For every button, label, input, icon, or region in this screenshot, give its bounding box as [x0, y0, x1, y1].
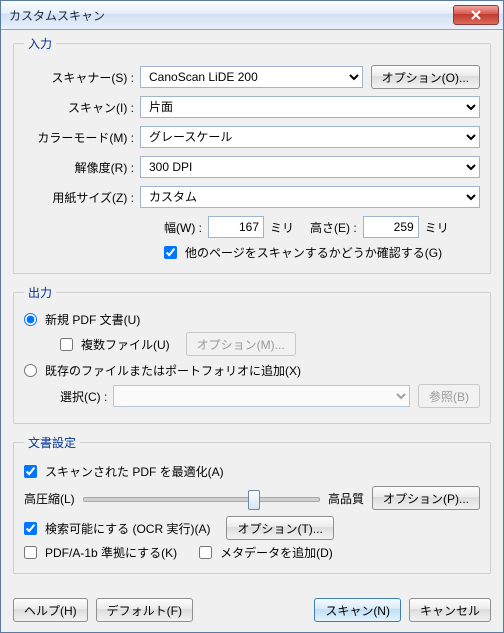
- multi-files-label: 複数ファイル(U): [81, 336, 170, 353]
- bottom-button-bar: ヘルプ(H) デフォルト(F) スキャン(N) キャンセル: [13, 598, 491, 622]
- height-unit: ミリ: [425, 219, 449, 236]
- width-label: 幅(W) :: [164, 219, 202, 236]
- output-group: 出力 新規 PDF 文書(U) 複数ファイル(U) オプション(M)... 既存…: [13, 284, 491, 424]
- optimize-pdf-label: スキャンされた PDF を最適化(A): [45, 463, 224, 480]
- append-target-select: [113, 385, 410, 407]
- width-unit: ミリ: [270, 219, 294, 236]
- pdfa-label: PDF/A-1b 準拠にする(K): [45, 544, 177, 561]
- width-input[interactable]: [208, 216, 264, 238]
- client-area: 入力 スキャナー(S) : CanoScan LiDE 200 オプション(O)…: [1, 29, 503, 632]
- prompt-more-pages-checkbox[interactable]: [164, 246, 177, 259]
- defaults-button[interactable]: デフォルト(F): [96, 598, 193, 622]
- append-label: 既存のファイルまたはポートフォリオに追加(X): [45, 362, 301, 379]
- titlebar: カスタムスキャン: [1, 1, 503, 30]
- ocr-label: 検索可能にする (OCR 実行)(A): [45, 520, 210, 537]
- window-title: カスタムスキャン: [9, 7, 453, 24]
- help-button[interactable]: ヘルプ(H): [13, 598, 88, 622]
- scanner-select[interactable]: CanoScan LiDE 200: [140, 66, 363, 88]
- slider-left-label: 高圧縮(L): [24, 490, 75, 507]
- sides-label: スキャン(I) :: [24, 99, 140, 116]
- scanner-label: スキャナー(S) :: [24, 69, 140, 86]
- sides-select[interactable]: 片面: [140, 96, 480, 118]
- browse-button: 参照(B): [418, 384, 480, 408]
- doc-settings-legend: 文書設定: [24, 434, 80, 451]
- metadata-label: メタデータを追加(D): [220, 544, 333, 561]
- slider-right-label: 高品質: [328, 490, 364, 507]
- resolution-select[interactable]: 300 DPI: [140, 156, 480, 178]
- close-icon: [470, 10, 482, 20]
- scanner-options-button[interactable]: オプション(O)...: [371, 65, 480, 89]
- multi-files-options-button: オプション(M)...: [186, 332, 296, 356]
- color-mode-label: カラーモード(M) :: [24, 129, 140, 146]
- prompt-more-pages-label: 他のページをスキャンするかどうか確認する(G): [185, 244, 442, 261]
- slider-track: [83, 497, 320, 502]
- pdfa-checkbox[interactable]: [24, 546, 37, 559]
- metadata-checkbox[interactable]: [199, 546, 212, 559]
- quality-slider[interactable]: [83, 488, 320, 508]
- input-group: 入力 スキャナー(S) : CanoScan LiDE 200 オプション(O)…: [13, 35, 491, 274]
- output-legend: 出力: [24, 284, 56, 301]
- close-button[interactable]: [453, 5, 499, 25]
- new-pdf-label: 新規 PDF 文書(U): [45, 311, 140, 328]
- color-mode-select[interactable]: グレースケール: [140, 126, 480, 148]
- multi-files-checkbox[interactable]: [60, 338, 73, 351]
- input-legend: 入力: [24, 35, 56, 52]
- ocr-checkbox[interactable]: [24, 522, 37, 535]
- cancel-button[interactable]: キャンセル: [409, 598, 491, 622]
- paper-size-select[interactable]: カスタム: [140, 186, 480, 208]
- optimize-options-button[interactable]: オプション(P)...: [372, 486, 480, 510]
- append-radio[interactable]: [24, 364, 37, 377]
- resolution-label: 解像度(R) :: [24, 159, 140, 176]
- custom-size-row: 幅(W) : ミリ 高さ(E) : ミリ: [164, 216, 459, 238]
- paper-size-label: 用紙サイズ(Z) :: [24, 189, 140, 206]
- height-input[interactable]: [363, 216, 419, 238]
- new-pdf-radio[interactable]: [24, 313, 37, 326]
- scan-button[interactable]: スキャン(N): [314, 598, 401, 622]
- select-label: 選択(C) :: [60, 388, 113, 405]
- dialog-window: カスタムスキャン 入力 スキャナー(S) : CanoScan LiDE 200…: [0, 0, 504, 633]
- optimize-pdf-checkbox[interactable]: [24, 465, 37, 478]
- height-label: 高さ(E) :: [310, 219, 357, 236]
- doc-settings-group: 文書設定 スキャンされた PDF を最適化(A) 高圧縮(L) 高品質 オプショ…: [13, 434, 491, 574]
- slider-thumb[interactable]: [248, 490, 260, 510]
- ocr-options-button[interactable]: オプション(T)...: [226, 516, 333, 540]
